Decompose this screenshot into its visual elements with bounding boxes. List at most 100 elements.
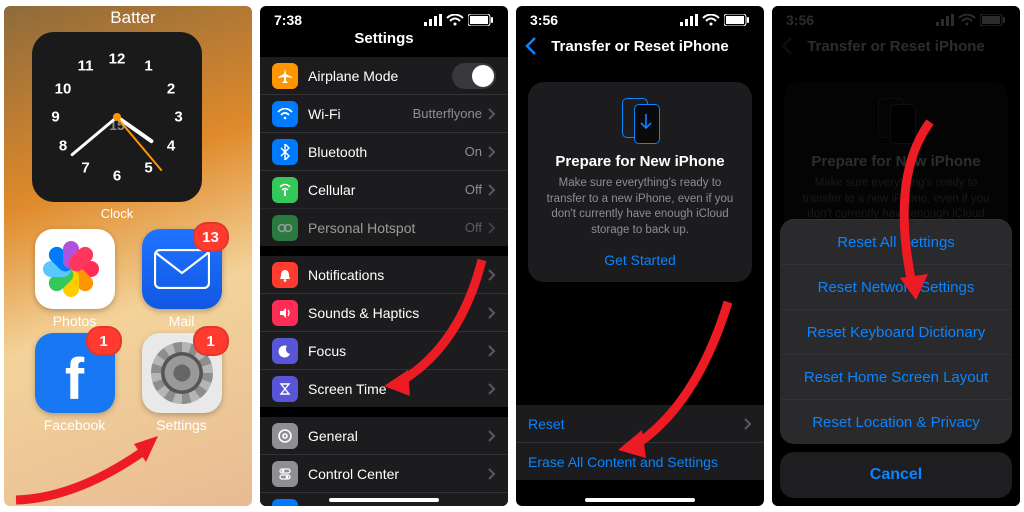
row-screen-time[interactable]: Screen Time [260,369,508,407]
sheet-option-label: Reset Keyboard Dictionary [807,324,985,341]
row-general[interactable]: General [260,417,508,454]
app-facebook[interactable]: f 1 Facebook [24,333,125,433]
wifi-icon [702,14,720,26]
row-label: Display & Brightness [308,504,488,507]
row-airplane-mode[interactable]: Airplane Mode [260,57,508,94]
app-photos[interactable]: Photos [24,229,125,329]
sound-icon [278,306,292,320]
chevron-right-icon [488,345,496,357]
row-value: On [465,144,482,159]
hotspot-icon [277,223,293,233]
clock-minute-hand [70,116,118,157]
get-started-button[interactable]: Get Started [540,252,740,268]
wifi-icon [446,14,464,26]
row-erase[interactable]: Erase All Content and Settings [516,442,764,480]
facebook-icon: f [65,346,84,413]
row-value: Off [465,182,482,197]
chevron-right-icon [488,184,496,196]
wifi-icon [277,108,293,120]
badge: 13 [193,222,229,252]
sheet-reset-keyboard[interactable]: Reset Keyboard Dictionary [780,309,1012,354]
prepare-card: Prepare for New iPhone Make sure everyth… [528,82,752,282]
app-mail[interactable]: 13 Mail [131,229,232,329]
chevron-right-icon [488,430,496,442]
chevron-right-icon [744,418,752,430]
chevron-right-icon [488,108,496,120]
app-label: Facebook [44,417,105,433]
row-cellular[interactable]: Cellular Off [260,170,508,208]
signal-icon [424,14,442,26]
row-label: Focus [308,343,488,359]
row-bluetooth[interactable]: Bluetooth On [260,132,508,170]
row-value: Butterflyone [413,106,482,121]
back-button[interactable] [524,36,538,56]
sheet-option-label: Reset Home Screen Layout [804,369,988,386]
clock-widget[interactable]: 12 1 2 3 4 5 6 7 8 9 10 11 15 [32,32,202,221]
airplane-toggle[interactable] [452,63,496,89]
row-reset[interactable]: Reset [516,405,764,442]
row-focus[interactable]: Focus [260,331,508,369]
cellular-icon [278,183,292,197]
status-bar: 7:38 [260,6,508,30]
row-control-center[interactable]: Control Center [260,454,508,492]
chevron-right-icon [488,307,496,319]
row-label: Control Center [308,466,488,482]
cancel-label: Cancel [870,466,922,484]
status-time: 7:38 [274,12,302,28]
row-label: Bluetooth [308,144,465,160]
sheet-option-label: Reset Location & Privacy [812,414,980,431]
row-label: Erase All Content and Settings [528,454,718,470]
sheet-reset-all[interactable]: Reset All Settings [780,219,1012,264]
row-label: Cellular [308,182,465,198]
prepare-desc: Make sure everything's ready to transfer… [540,176,740,238]
hourglass-icon [278,382,292,396]
sheet-option-label: Reset All Settings [837,234,955,251]
chevron-right-icon [488,269,496,281]
row-label: Personal Hotspot [308,220,465,236]
photos-icon [47,241,103,297]
chevron-right-icon [488,383,496,395]
row-label: Airplane Mode [308,68,452,84]
text-size-icon: AA [276,505,293,507]
status-bar: 3:56 [516,6,764,30]
prepare-title: Prepare for New iPhone [540,153,740,170]
row-wifi[interactable]: Wi-Fi Butterflyone [260,94,508,132]
row-label: Reset [528,416,565,432]
row-hotspot[interactable]: Personal Hotspot Off [260,208,508,246]
page-title: Settings [354,30,413,47]
sheet-reset-home[interactable]: Reset Home Screen Layout [780,354,1012,399]
chevron-right-icon [488,506,496,507]
row-label: General [308,428,488,444]
home-indicator[interactable] [585,498,695,502]
chevron-right-icon [488,146,496,158]
reset-action-sheet: Reset All Settings Reset Network Setting… [780,219,1012,498]
row-label: Wi-Fi [308,106,413,122]
signal-icon [680,14,698,26]
home-indicator[interactable] [329,498,439,502]
navbar: Settings [260,30,508,47]
status-time: 3:56 [530,12,558,28]
tutorial-four-screens: Batter 12 1 2 3 4 5 6 7 8 9 10 11 15 [0,0,1024,512]
sheet-reset-location[interactable]: Reset Location & Privacy [780,399,1012,444]
app-label: Settings [156,417,207,433]
sheet-cancel-button[interactable]: Cancel [780,452,1012,498]
page-title: Transfer or Reset iPhone [551,38,729,55]
bell-icon [278,268,292,282]
app-label: Photos [53,313,97,329]
navbar: Transfer or Reset iPhone [516,30,764,62]
sheet-option-label: Reset Network Settings [818,279,975,296]
moon-icon [278,344,292,358]
app-label: Mail [169,313,195,329]
row-notifications[interactable]: Notifications [260,256,508,293]
row-label: Screen Time [308,381,488,397]
screen-home: Batter 12 1 2 3 4 5 6 7 8 9 10 11 15 [4,6,252,506]
app-settings[interactable]: 1 Settings [131,333,232,433]
status-battery-label: Batter [110,6,155,28]
sliders-icon [278,467,292,481]
gear-icon [277,428,293,444]
row-sounds[interactable]: Sounds & Haptics [260,293,508,331]
screen-transfer-reset: 3:56 Transfer or Reset iPhone Prepare fo… [516,6,764,506]
badge: 1 [193,326,229,356]
row-label: Notifications [308,267,488,283]
sheet-reset-network[interactable]: Reset Network Settings [780,264,1012,309]
